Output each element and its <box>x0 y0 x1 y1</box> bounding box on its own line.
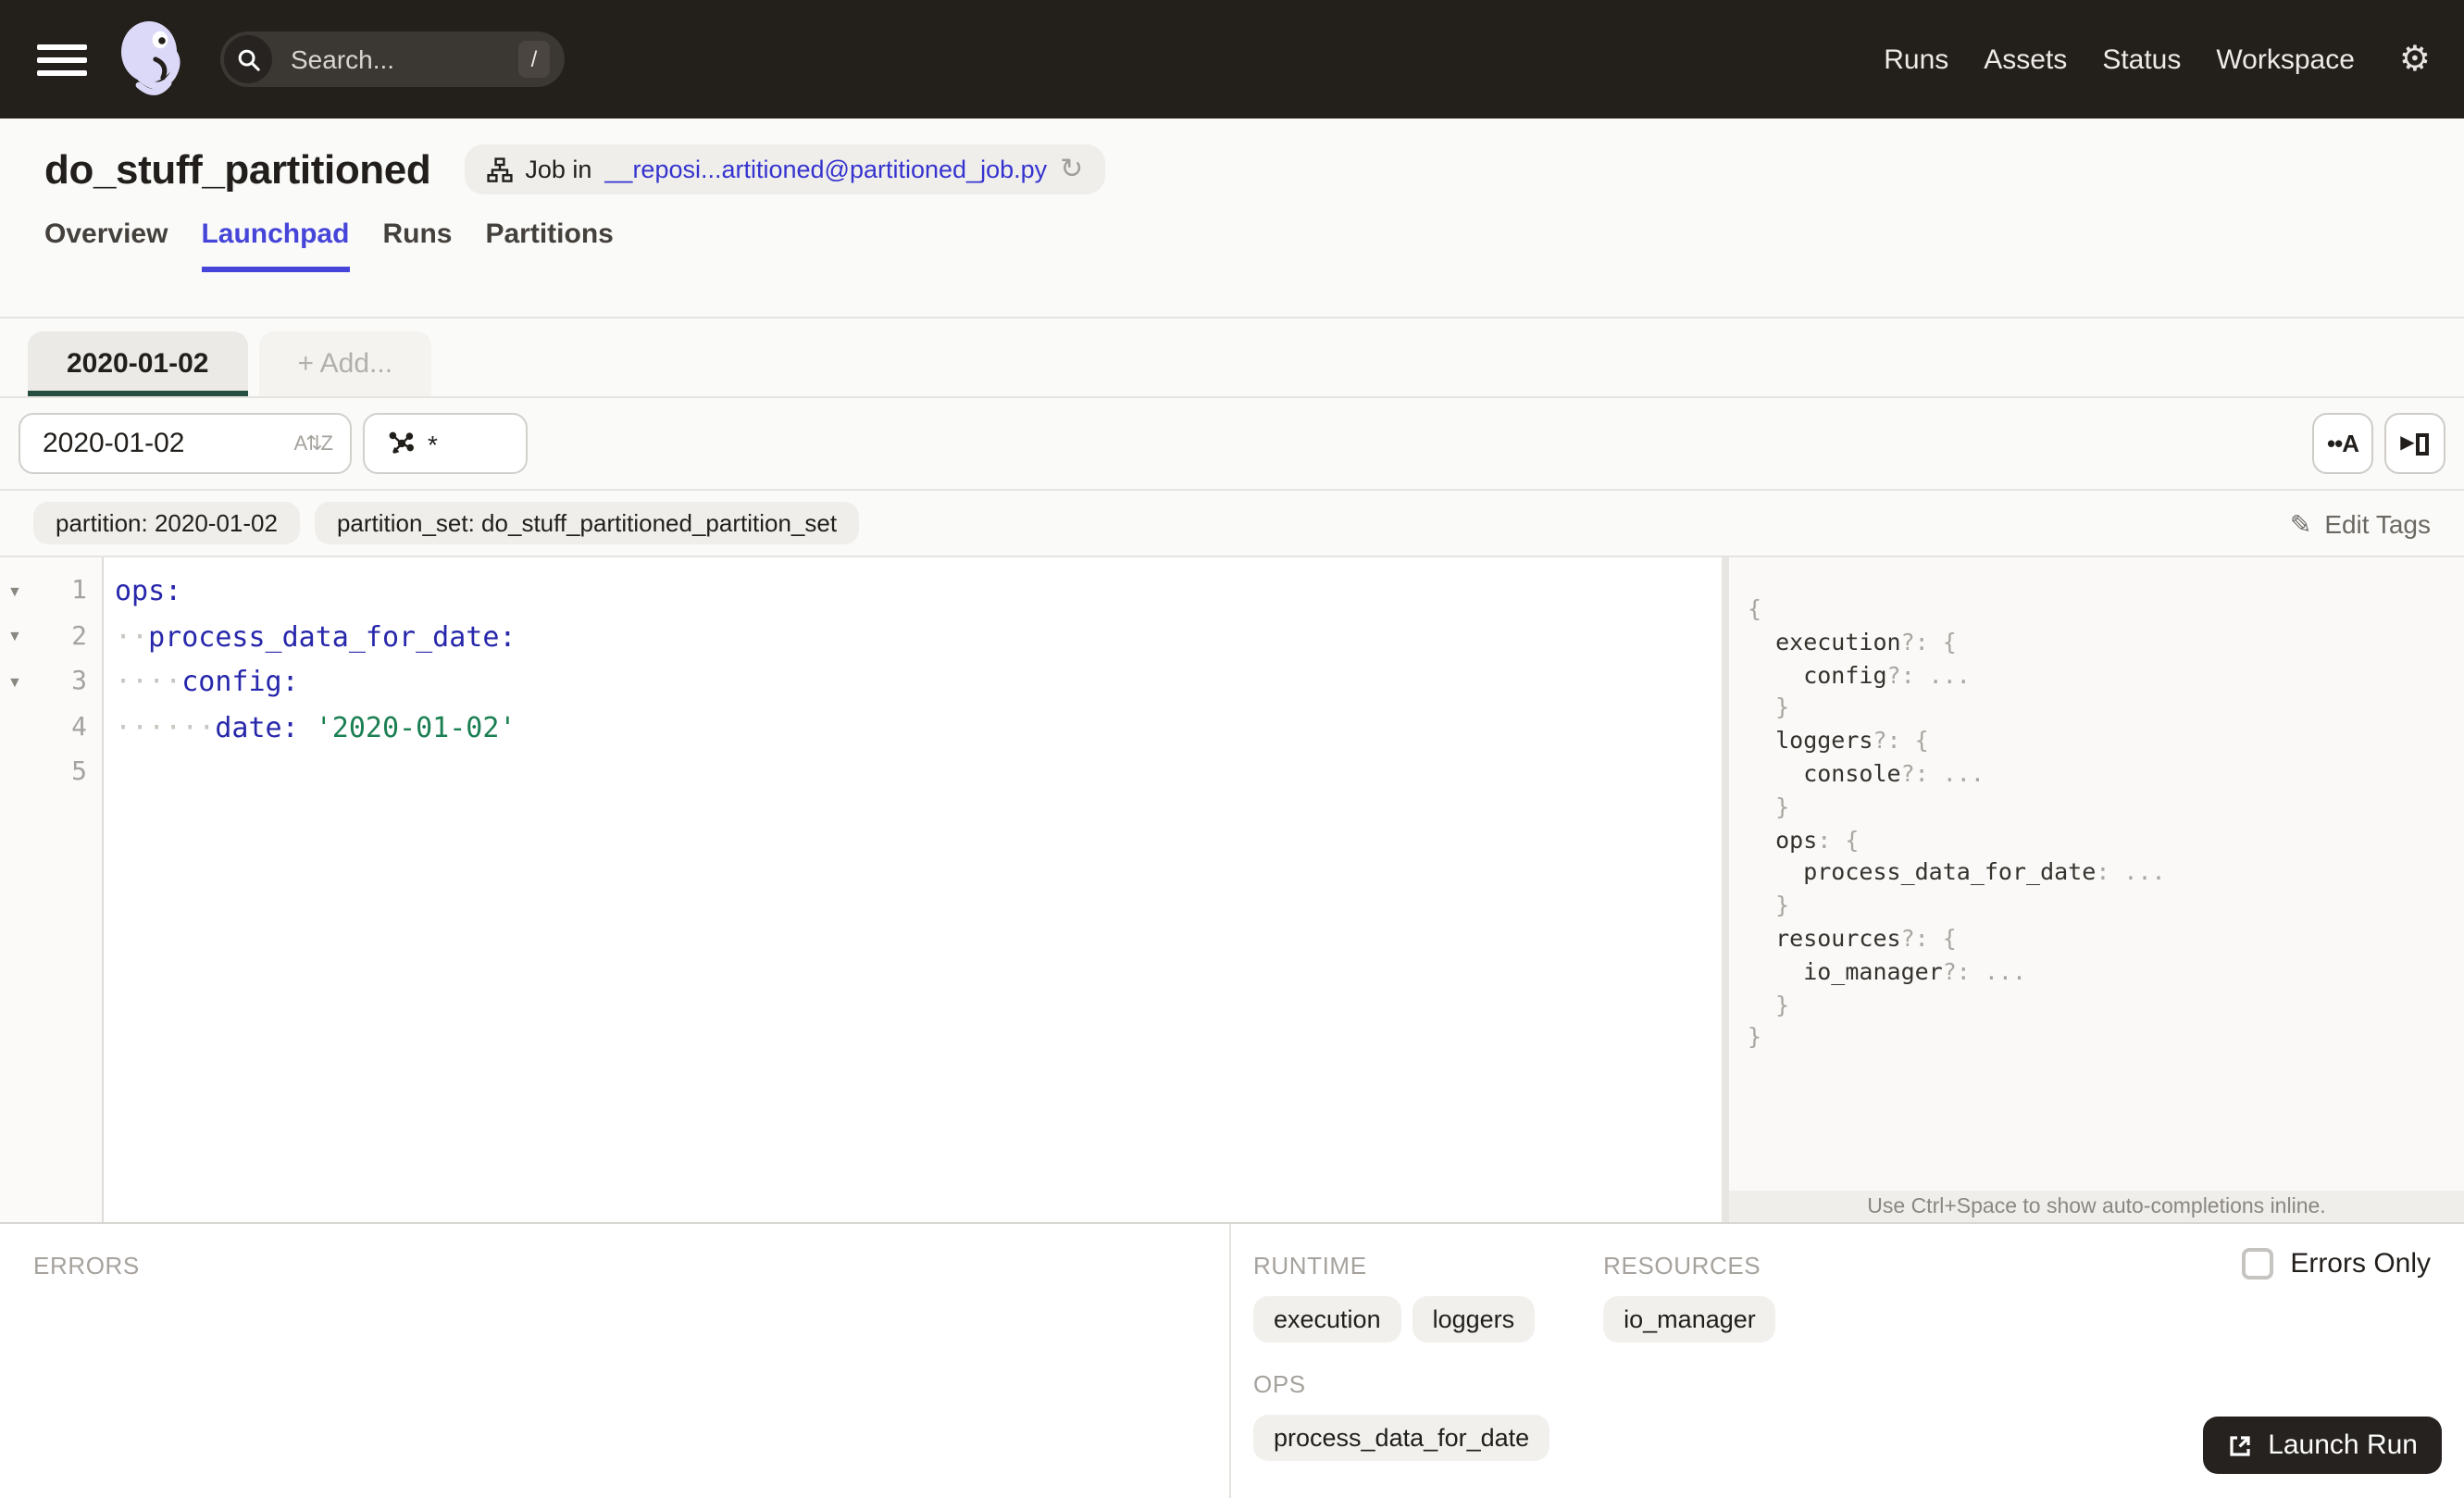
partition-selector-value: 2020-01-02 <box>43 428 185 459</box>
runtime-label: RUNTIME <box>1253 1252 1367 1280</box>
nav-assets[interactable]: Assets <box>1984 44 2067 75</box>
fold-icon[interactable]: ▼ <box>7 629 28 645</box>
job-repo-link[interactable]: __reposi...artitioned@partitioned_job.py <box>604 156 1047 183</box>
line-number: 2 <box>71 621 87 652</box>
launchpad-workspace: ▼ 1 ▼ 2 ▼ 3 4 5 ops: ··process_data_for_dat… <box>0 557 2464 1222</box>
resources-column: RESOURCES io_manager <box>1603 1252 1776 1342</box>
config-tab-partition[interactable]: 2020-01-02 <box>28 331 248 396</box>
config-schema-panel: { execution?: { config?: ... } loggers?:… <box>1722 557 2464 1222</box>
op-graph-icon <box>389 431 415 454</box>
errors-section: ERRORS <box>0 1224 1231 1498</box>
runtime-tag-execution[interactable]: execution <box>1253 1296 1401 1342</box>
expand-panel-icon: ▶ <box>2400 432 2430 455</box>
menu-icon[interactable] <box>37 44 87 75</box>
edit-tags-label: Edit Tags <box>2324 508 2431 538</box>
launchpad-toolbar: 2020-01-02 A⇅Z * ••A ▶ <box>0 398 2464 491</box>
autocomplete-hint: Use Ctrl+Space to show auto-completions … <box>1729 1191 2464 1222</box>
errors-label: ERRORS <box>33 1252 140 1280</box>
line-number: 4 <box>71 712 87 743</box>
schema-view: { execution?: { config?: ... } loggers?:… <box>1748 594 2166 1051</box>
op-selector[interactable]: * <box>363 413 528 474</box>
errors-only-label: Errors Only <box>2290 1248 2431 1280</box>
expand-panel-button[interactable]: ▶ <box>2384 413 2445 474</box>
search-input[interactable]: Search... / <box>220 31 565 87</box>
config-editor[interactable]: ▼ 1 ▼ 2 ▼ 3 4 5 ops: ··process_data_for_dat… <box>0 557 1722 1222</box>
resources-tag-io-manager[interactable]: io_manager <box>1603 1296 1776 1342</box>
config-summary-section: RUNTIME execution loggers RESOURCES io_m… <box>1231 1224 2464 1498</box>
page-title: do_stuff_partitioned <box>44 145 431 192</box>
tags-row: partition: 2020-01-02 partition_set: do_… <box>0 491 2464 557</box>
autocomplete-icon: ••A <box>2327 430 2359 457</box>
nav-runs[interactable]: Runs <box>1884 44 1948 75</box>
line-number: 1 <box>71 576 87 606</box>
launch-run-button[interactable]: Launch Run <box>2203 1417 2442 1474</box>
op-selector-value: * <box>428 429 438 458</box>
job-header: do_stuff_partitioned Job in __reposi...a… <box>0 119 2464 318</box>
nav-workspace[interactable]: Workspace <box>2216 44 2355 75</box>
errors-only-checkbox[interactable] <box>2242 1248 2274 1280</box>
reload-icon[interactable]: ↻ <box>1060 156 1083 183</box>
top-nav-links: Runs Assets Status Workspace ⚙ <box>1884 42 2431 77</box>
tab-overview[interactable]: Overview <box>44 218 168 270</box>
nav-status[interactable]: Status <box>2102 44 2181 75</box>
tag-partition-set[interactable]: partition_set: do_stuff_partitioned_part… <box>314 502 860 544</box>
search-shortcut-key: / <box>518 41 550 78</box>
tab-runs[interactable]: Runs <box>382 218 452 270</box>
search-placeholder: Search... <box>291 44 395 74</box>
app-window: Search... / Runs Assets Status Workspace… <box>0 0 2464 1498</box>
code-line-3: ····config: <box>115 665 299 698</box>
top-navbar: Search... / Runs Assets Status Workspace… <box>0 0 2464 119</box>
settings-gear-icon[interactable]: ⚙ <box>2399 42 2431 77</box>
tab-partitions[interactable]: Partitions <box>485 218 613 270</box>
editor-gutter: ▼ 1 ▼ 2 ▼ 3 4 5 <box>0 557 104 1222</box>
partition-selector[interactable]: 2020-01-02 A⇅Z <box>19 413 352 474</box>
fold-icon[interactable]: ▼ <box>7 674 28 691</box>
launch-run-label: Launch Run <box>2268 1429 2418 1461</box>
sort-az-icon: A⇅Z <box>293 433 333 456</box>
job-prefix-label: Job in <box>525 156 592 183</box>
ops-tag-process-data-for-date[interactable]: process_data_for_date <box>1253 1415 1550 1461</box>
config-tab-add[interactable]: + Add... <box>258 331 432 396</box>
runtime-column: RUNTIME execution loggers <box>1253 1252 1536 1342</box>
dagster-logo-icon[interactable] <box>115 19 189 100</box>
fold-icon[interactable]: ▼ <box>7 583 28 600</box>
job-location-pill: Job in __reposi...artitioned@partitioned… <box>464 144 1106 194</box>
autocomplete-button[interactable]: ••A <box>2312 413 2373 474</box>
bottom-panel: ERRORS RUNTIME execution loggers RESOURC… <box>0 1222 2464 1498</box>
code-line-2: ··process_data_for_date: <box>115 619 516 653</box>
ops-label: OPS <box>1253 1370 1306 1398</box>
tag-partition[interactable]: partition: 2020-01-02 <box>33 502 300 544</box>
config-tab-bar: 2020-01-02 + Add... <box>0 318 2464 398</box>
search-icon <box>224 35 272 83</box>
tab-launchpad[interactable]: Launchpad <box>201 218 350 272</box>
code-line-1: ops: <box>115 574 182 607</box>
code-line-4: ······date: '2020-01-02' <box>115 710 516 743</box>
line-number: 3 <box>71 667 87 697</box>
job-graph-icon <box>486 156 512 181</box>
job-tabs: Overview Launchpad Runs Partitions <box>44 218 2420 272</box>
launch-external-icon <box>2230 1435 2250 1455</box>
line-number: 5 <box>71 757 87 788</box>
runtime-tag-loggers[interactable]: loggers <box>1412 1296 1536 1342</box>
title-row: do_stuff_partitioned Job in __reposi...a… <box>44 119 2420 194</box>
edit-tags-button[interactable]: ✎ Edit Tags <box>2290 508 2431 538</box>
pencil-icon: ✎ <box>2289 508 2312 538</box>
resources-label: RESOURCES <box>1603 1252 1761 1280</box>
errors-only-toggle[interactable]: Errors Only <box>2242 1248 2431 1280</box>
yaml-code[interactable]: ops: ··process_data_for_date: ····config… <box>104 557 1722 1222</box>
